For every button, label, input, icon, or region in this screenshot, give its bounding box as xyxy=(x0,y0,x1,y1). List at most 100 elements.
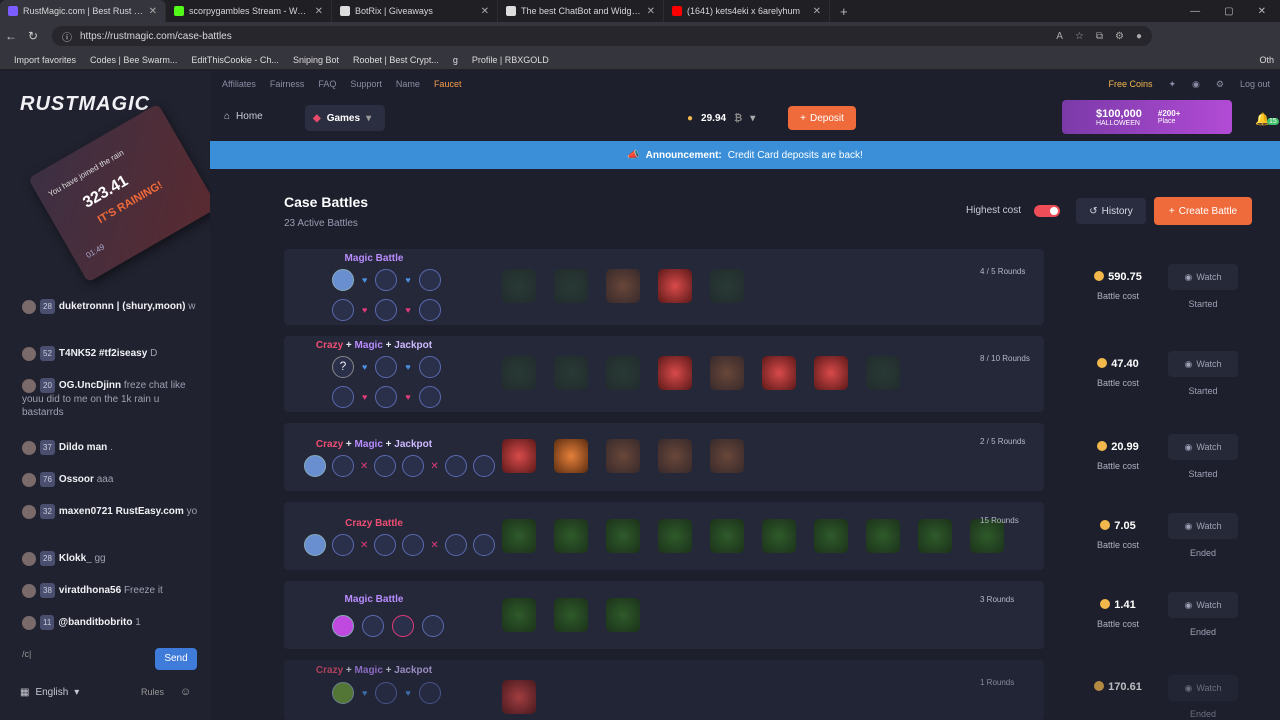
avatar xyxy=(304,534,326,556)
nav-link[interactable]: Support xyxy=(350,79,382,89)
empty-slot-icon[interactable] xyxy=(332,534,354,556)
empty-slot-icon[interactable] xyxy=(418,356,441,378)
empty-slot-icon[interactable] xyxy=(362,615,384,637)
empty-slot-icon[interactable] xyxy=(392,615,414,637)
watch-button[interactable]: ◉ Watch xyxy=(1168,264,1238,290)
empty-slot-icon[interactable] xyxy=(375,269,398,291)
close-tab-icon[interactable]: ✕ xyxy=(647,6,655,17)
new-tab-button[interactable]: + xyxy=(830,0,858,22)
battle-row[interactable]: Crazy + Magic + Jackpot ? ♥ ♥ ♥ ♥ 8 / 10 Ro… xyxy=(284,336,1044,412)
battle-status: Ended xyxy=(1189,548,1217,558)
reader-icon[interactable]: A xyxy=(1056,31,1063,42)
empty-slot-icon[interactable] xyxy=(402,455,425,477)
create-battle-button[interactable]: + Create Battle xyxy=(1154,197,1252,225)
case-icon xyxy=(606,356,640,390)
empty-slot-icon[interactable] xyxy=(418,386,441,408)
empty-slot-icon[interactable] xyxy=(332,299,354,321)
browser-tab[interactable]: The best ChatBot and Widgets fo ✕ xyxy=(498,0,664,22)
profile-icon[interactable]: ● xyxy=(1136,31,1142,42)
reload-icon[interactable]: ↻ xyxy=(22,29,44,43)
info-icon[interactable]: ⓘ xyxy=(62,29,72,44)
watch-button[interactable]: ◉ Watch xyxy=(1168,675,1238,701)
discord-icon[interactable]: ◉ xyxy=(1192,79,1200,90)
logout-link[interactable]: Log out xyxy=(1240,79,1270,89)
battle-row[interactable]: Magic Battle ♥ ♥ ♥ ♥ 4 / 5 Rounds xyxy=(284,249,1044,325)
bookmark[interactable]: EditThisCookie - Ch... xyxy=(191,55,279,65)
nav-link[interactable]: Fairness xyxy=(270,79,305,89)
battle-row[interactable]: Crazy + Magic + Jackpot ✕ ✕ 2 / 5 Rounds xyxy=(284,423,1044,491)
watch-button[interactable]: ◉ Watch xyxy=(1168,434,1238,460)
coin-icon xyxy=(1094,681,1105,691)
sort-toggle[interactable] xyxy=(1034,205,1060,217)
empty-slot-icon[interactable] xyxy=(332,455,354,477)
empty-slot-icon[interactable] xyxy=(422,615,444,637)
watch-button[interactable]: ◉ Watch xyxy=(1168,351,1238,377)
close-tab-icon[interactable]: ✕ xyxy=(813,6,821,17)
bookmark[interactable]: Import favorites xyxy=(14,55,76,65)
bookmark[interactable]: g xyxy=(453,55,458,65)
games-menu[interactable]: ◆ Games ▾ xyxy=(305,105,385,131)
coin-icon xyxy=(1100,599,1111,609)
steam-icon[interactable]: ⚙ xyxy=(1216,79,1224,90)
close-tab-icon[interactable]: ✕ xyxy=(315,6,323,17)
close-tab-icon[interactable]: ✕ xyxy=(481,6,489,17)
case-strip xyxy=(502,356,900,390)
back-icon[interactable]: ← xyxy=(0,29,22,43)
rules-link[interactable]: Rules xyxy=(141,687,164,697)
empty-slot-icon[interactable] xyxy=(374,455,397,477)
bookmark[interactable]: Roobet | Best Crypt... xyxy=(353,55,439,65)
balance-display[interactable]: ● 29.94 ₿ ▾ xyxy=(687,107,755,129)
bookmark[interactable]: Sniping Bot xyxy=(293,55,339,65)
notification-bell-icon[interactable]: 🔔15 xyxy=(1255,112,1279,126)
bookmark[interactable]: Oth xyxy=(1259,55,1280,65)
settings-icon[interactable]: ⚙ xyxy=(1115,31,1124,42)
browser-tab[interactable]: RustMagic.com | Best Rust Case B✕ xyxy=(0,0,166,22)
free-coins-link[interactable]: Free Coins xyxy=(1108,79,1152,89)
nav-link[interactable]: Name xyxy=(396,79,420,89)
send-button[interactable]: Send xyxy=(155,648,197,670)
bookmark[interactable]: Profile | RBXGOLD xyxy=(472,55,549,65)
empty-slot-icon[interactable] xyxy=(375,356,398,378)
empty-slot-icon[interactable] xyxy=(418,269,441,291)
emoji-icon[interactable]: ☺ xyxy=(180,686,191,698)
twitter-icon[interactable]: ✦ xyxy=(1168,79,1176,90)
empty-slot-icon[interactable] xyxy=(472,534,495,556)
battle-row[interactable]: Magic Battle 3 Rounds xyxy=(284,581,1044,649)
empty-slot-icon[interactable] xyxy=(375,682,398,704)
logo[interactable]: RUSTMAGIC xyxy=(20,93,150,116)
empty-slot-icon[interactable] xyxy=(418,682,441,704)
watch-button[interactable]: ◉ Watch xyxy=(1168,513,1238,539)
nav-link[interactable]: Faucet xyxy=(434,79,462,89)
empty-slot-icon[interactable] xyxy=(374,534,397,556)
empty-slot-icon[interactable] xyxy=(332,386,354,408)
empty-slot-icon[interactable] xyxy=(418,299,441,321)
language-select[interactable]: ▦ English ▾ xyxy=(20,687,79,698)
browser-tab[interactable]: scorpygambles Stream - Watch Li✕ xyxy=(166,0,332,22)
battle-row[interactable]: Crazy + Magic + Jackpot ♥ ♥ 1 Rounds xyxy=(284,660,1044,720)
browser-tab[interactable]: BotRix | Giveaways ✕ xyxy=(332,0,498,22)
nav-link[interactable]: Affiliates xyxy=(222,79,256,89)
chat-input[interactable]: /c| xyxy=(22,649,142,669)
extension-icon[interactable]: ⧉ xyxy=(1096,31,1103,42)
empty-slot-icon[interactable] xyxy=(375,299,398,321)
minimize-icon[interactable]: — xyxy=(1190,6,1200,17)
bookmark[interactable]: Codes | Bee Swarm... xyxy=(90,55,177,65)
close-window-icon[interactable]: ✕ xyxy=(1258,6,1266,17)
browser-tab[interactable]: (1641) kets4eki x 6arelyhum ✕ xyxy=(664,0,830,22)
halloween-promo-banner[interactable]: $100,000 HALLOWEEN #200+ Place xyxy=(1062,100,1232,134)
empty-slot-icon[interactable] xyxy=(375,386,398,408)
watch-button[interactable]: ◉ Watch xyxy=(1168,592,1238,618)
maximize-icon[interactable]: ▢ xyxy=(1224,6,1233,17)
empty-slot-icon[interactable] xyxy=(402,534,425,556)
star-icon[interactable]: ☆ xyxy=(1075,31,1084,42)
nav-link[interactable]: FAQ xyxy=(318,79,336,89)
close-tab-icon[interactable]: ✕ xyxy=(149,6,157,17)
history-button[interactable]: ↺ History xyxy=(1076,198,1146,224)
url-field[interactable]: ⓘ https://rustmagic.com/case-battles A ☆ ⧉… xyxy=(52,26,1152,46)
empty-slot-icon[interactable] xyxy=(472,455,495,477)
home-link[interactable]: ⌂ Home xyxy=(224,111,263,122)
empty-slot-icon[interactable] xyxy=(444,455,467,477)
battle-row[interactable]: Crazy Battle ✕ ✕ 15 Rounds xyxy=(284,502,1044,570)
deposit-button[interactable]: + Deposit xyxy=(788,106,856,130)
empty-slot-icon[interactable] xyxy=(444,534,467,556)
